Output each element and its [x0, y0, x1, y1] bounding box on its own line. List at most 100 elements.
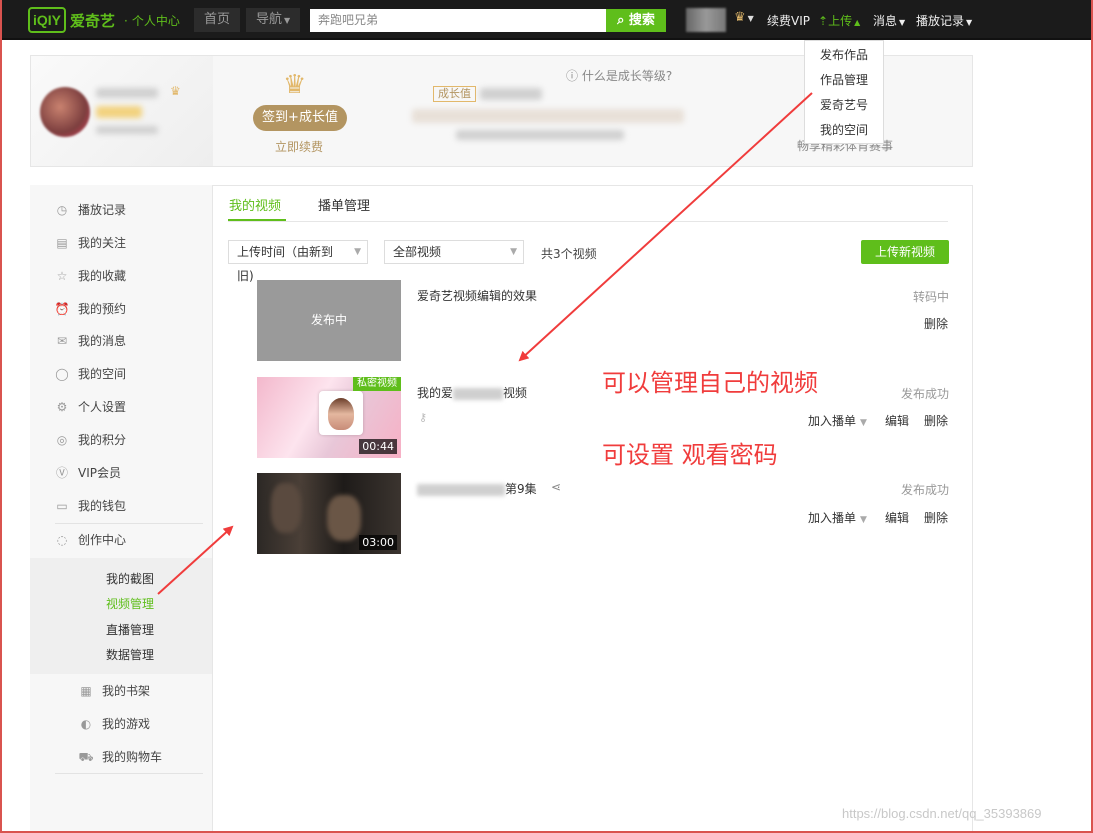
add-to-playlist-button[interactable]: 加入播单 ▼ [808, 412, 867, 429]
search-button-label: 搜索 [628, 13, 655, 28]
vip-icon: Ⓥ [55, 466, 68, 480]
video-title[interactable]: 我的爱 视频 [417, 384, 527, 401]
mail-icon: ✉ [56, 334, 68, 348]
menu-publish-work[interactable]: 发布作品 [805, 43, 883, 68]
search-button[interactable]: ⌕ 搜索 [606, 9, 666, 32]
sidebar-item-messages[interactable]: ✉ 我的消息 [57, 331, 127, 351]
sidebar-item-label: 创作中心 [78, 533, 127, 547]
tab-playlist-manage[interactable]: 播单管理 [318, 195, 370, 214]
sidebar-item-label: VIP会员 [78, 466, 121, 480]
sidebar-item-follow[interactable]: ▤ 我的关注 [56, 233, 126, 253]
thumbnail-figure [327, 495, 361, 541]
blurred-title [417, 483, 505, 496]
video-thumbnail[interactable]: 03:00 [257, 473, 401, 554]
game-icon: ◐ [80, 717, 92, 731]
sort-select[interactable]: 上传时间（由新到 ▼ [228, 240, 368, 264]
sidebar-item-label: 我的预约 [78, 302, 127, 316]
sidebar-item-wallet[interactable]: ▭ 我的钱包 [56, 496, 126, 516]
add-to-playlist-label: 加入播单 [808, 414, 857, 428]
share-icon[interactable]: ⋖ [551, 480, 561, 494]
gear-icon: ⚙ [56, 400, 68, 414]
video-status: 发布成功 [900, 387, 949, 401]
nav-home[interactable]: 首页 [194, 8, 241, 32]
vip-crown-icon[interactable]: ♛ ▼ [734, 10, 754, 25]
sidebar-sub-video-manage[interactable]: 视频管理 [106, 595, 154, 612]
edit-button[interactable]: 编辑 [885, 412, 909, 429]
renew-vip-link[interactable]: 续费VIP [767, 12, 810, 29]
nav-navigation[interactable]: 导航 ▼ [246, 8, 301, 32]
video-thumbnail[interactable]: 发布中 [257, 280, 401, 361]
video-title[interactable]: 爱奇艺视频编辑的效果 [417, 287, 537, 304]
blurred-level [96, 106, 142, 118]
annotation-manage-videos: 可以管理自己的视频 [602, 369, 818, 397]
video-title-suffix: 视频 [503, 386, 528, 400]
book-icon: ▤ [56, 236, 68, 250]
video-title-prefix: 我的爱 [417, 386, 454, 400]
tab-divider [228, 221, 948, 222]
edit-button[interactable]: 编辑 [885, 509, 909, 526]
filter-select[interactable]: 全部视频 ▼ [384, 240, 524, 264]
messages-menu[interactable]: 消息 ▼ [873, 12, 905, 29]
upload-dropdown: 发布作品 作品管理 爱奇艺号 我的空间 [804, 40, 884, 144]
delete-button[interactable]: 删除 [924, 412, 948, 429]
profile-avatar[interactable] [40, 87, 90, 137]
sidebar-item-favorites[interactable]: ☆ 我的收藏 [57, 266, 126, 286]
logo-text[interactable]: 爱奇艺 [70, 10, 115, 31]
menu-work-manage[interactable]: 作品管理 [805, 68, 883, 93]
upload-menu-trigger[interactable]: ⇡上传 ▲ [818, 12, 860, 29]
chevron-down-icon: ▼ [966, 18, 973, 27]
sidebar-sub-screenshots[interactable]: 我的截图 [106, 570, 154, 587]
sidebar-sub-data-manage[interactable]: 数据管理 [106, 646, 154, 663]
video-status: 发布成功 [900, 483, 949, 497]
menu-iqiyi-account[interactable]: 爱奇艺号 [805, 93, 883, 118]
upload-new-video-button[interactable]: 上传新视频 [861, 240, 949, 264]
sidebar-item-vip[interactable]: Ⓥ VIP会员 [56, 463, 121, 483]
chevron-down-icon: ▼ [860, 418, 867, 428]
sidebar-item-history[interactable]: ◷ 播放记录 [57, 200, 126, 220]
add-to-playlist-button[interactable]: 加入播单 ▼ [808, 509, 867, 526]
bulb-icon: ◌ [56, 533, 68, 547]
thumbnail-portrait [319, 391, 363, 435]
crown-icon: ♛ [283, 70, 307, 100]
chevron-down-icon: ▼ [354, 247, 361, 257]
blurred-info [96, 126, 158, 134]
watermark: https://blog.csdn.net/qq_35393869 [842, 806, 1042, 821]
add-to-playlist-label: 加入播单 [808, 511, 857, 525]
sidebar-item-space[interactable]: ◯ 我的空间 [55, 364, 126, 384]
cart-icon: ⛟ [78, 750, 94, 764]
growth-level-help-label: 什么是成长等级? [581, 69, 673, 83]
sidebar-item-points[interactable]: ◎ 我的积分 [57, 430, 126, 450]
sidebar-item-games[interactable]: ◐ 我的游戏 [81, 714, 150, 734]
menu-my-space[interactable]: 我的空间 [805, 118, 883, 143]
sidebar-sub-live-manage[interactable]: 直播管理 [106, 621, 154, 638]
chevron-down-icon: ▼ [510, 247, 517, 257]
renew-link[interactable]: 立即续费 [275, 138, 323, 155]
vip-badge-icon: ♛ [170, 84, 181, 98]
upload-icon: ⇡ [818, 14, 829, 28]
iqiyi-logo[interactable]: iQIY [28, 7, 66, 33]
tab-my-videos[interactable]: 我的视频 [229, 195, 281, 214]
sidebar-item-label: 我的购物车 [102, 750, 163, 764]
sidebar-item-creation[interactable]: ◌ 创作中心 [57, 530, 127, 550]
search-input[interactable]: 奔跑吧兄弟 [310, 9, 608, 32]
delete-button[interactable]: 删除 [924, 509, 948, 526]
clock-icon: ◷ [56, 203, 68, 217]
sidebar-item-label: 我的消息 [78, 334, 127, 348]
sidebar-item-cart[interactable]: ⛟ 我的购物车 [78, 747, 163, 767]
history-menu[interactable]: 播放记录 ▼ [916, 12, 972, 29]
user-avatar[interactable] [686, 8, 726, 32]
question-icon: ⓘ [566, 69, 579, 83]
sidebar-item-reservations[interactable]: ⏰ 我的预约 [55, 299, 127, 319]
growth-level-help[interactable]: ⓘ 什么是成长等级? [566, 67, 672, 84]
alarm-icon: ⏰ [54, 302, 70, 316]
sidebar-item-bookshelf[interactable]: ▦ 我的书架 [80, 681, 150, 701]
delete-button[interactable]: 删除 [924, 315, 948, 332]
sidebar-item-settings[interactable]: ⚙ 个人设置 [57, 397, 126, 417]
video-title[interactable]: 第9集 [417, 480, 537, 497]
sign-in-button[interactable]: 签到+成长值 [253, 105, 347, 131]
growth-badge: 成长值 [433, 86, 476, 102]
blurred-progress [412, 109, 684, 123]
lock-icon[interactable]: ⚷ [419, 411, 427, 424]
video-thumbnail[interactable]: 私密视频 00:44 [257, 377, 401, 458]
sidebar: ◷ 播放记录 ▤ 我的关注 ☆ 我的收藏 ⏰ 我的预约 ✉ 我的消息 ◯ 我的空间 ⚙ 个人设… [30, 185, 213, 833]
